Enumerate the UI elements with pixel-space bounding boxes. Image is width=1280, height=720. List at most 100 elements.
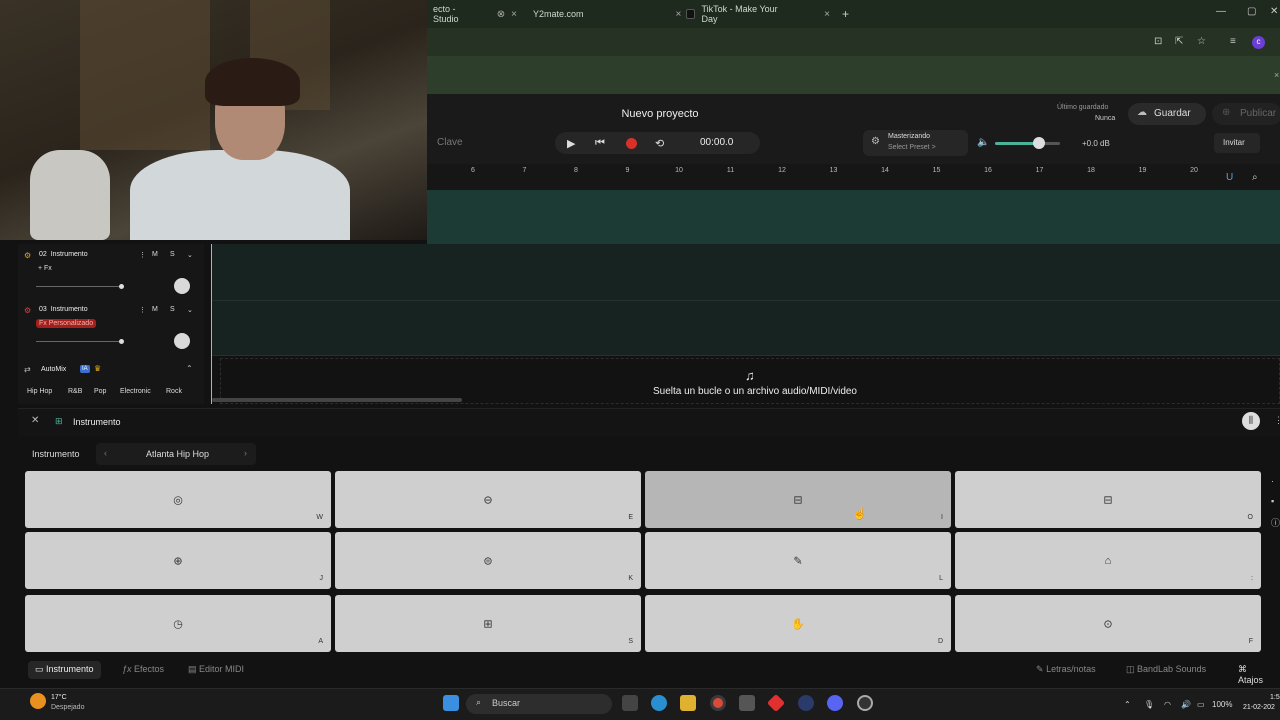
mute-button[interactable]: M xyxy=(152,306,158,313)
task-view-icon[interactable] xyxy=(622,695,638,711)
chevron-down-icon[interactable]: ⌄ xyxy=(187,251,193,259)
close-window-icon[interactable]: ✕ xyxy=(1270,6,1278,17)
publish-button[interactable]: ⊕ Publicar xyxy=(1212,103,1280,125)
store-icon[interactable] xyxy=(739,695,755,711)
clock-time[interactable]: 1:5 xyxy=(1270,694,1280,701)
battery-icon[interactable]: ▭ xyxy=(1197,700,1205,709)
obs-icon[interactable] xyxy=(857,695,873,711)
weather-temperature[interactable]: 17°C xyxy=(51,694,67,701)
drum-pad[interactable]: ⊙ F xyxy=(955,595,1261,652)
track-lane-01[interactable] xyxy=(427,190,1280,244)
speaker-icon[interactable]: 🔈 xyxy=(977,137,989,148)
share-icon[interactable]: ⇱ xyxy=(1175,36,1183,47)
bookmark-star-icon[interactable]: ☆ xyxy=(1197,36,1206,47)
keyboard-view-icon[interactable]: ⫼ xyxy=(1242,412,1260,430)
skip-back-icon[interactable]: ⏮ xyxy=(595,137,605,150)
mute-button[interactable]: M xyxy=(152,251,158,258)
drum-pad[interactable]: ✋ D xyxy=(645,595,951,652)
drum-pad[interactable]: ◷ A xyxy=(25,595,331,652)
track-02-name[interactable]: 02 Instrumento xyxy=(39,251,88,258)
drum-pad[interactable]: ⊞ S xyxy=(335,595,641,652)
clock-date[interactable]: 21-02-202 xyxy=(1243,704,1275,711)
tab-instrument[interactable]: ▭ Instrumento xyxy=(28,661,101,679)
track-pan-knob[interactable] xyxy=(174,333,190,349)
key-button[interactable]: Clave xyxy=(437,137,463,148)
close-icon[interactable]: ✕ xyxy=(31,415,39,426)
track-volume-handle[interactable] xyxy=(119,339,124,344)
taskbar-search[interactable]: Buscar xyxy=(466,694,612,714)
side-icon[interactable]: ▪ xyxy=(1271,496,1274,506)
drum-pad[interactable]: ⊖ E xyxy=(335,471,641,528)
file-explorer-icon[interactable] xyxy=(680,695,696,711)
genre-electronic[interactable]: Electronic xyxy=(120,388,151,395)
magnet-icon[interactable]: U xyxy=(1226,172,1233,183)
minimize-icon[interactable]: — xyxy=(1216,6,1226,17)
play-icon[interactable]: ▶ xyxy=(567,137,575,150)
drum-pad[interactable]: ⌂: xyxy=(955,532,1261,589)
screenshot-icon[interactable]: ⊡ xyxy=(1154,36,1162,47)
record-icon[interactable] xyxy=(626,138,637,149)
tab-close-icon[interactable]: ⊗ xyxy=(497,9,505,20)
mastering-button[interactable]: ⚙ Masterizando Select Preset > xyxy=(863,130,968,156)
tab-y2mate[interactable]: Y2mate.com × xyxy=(521,4,681,24)
custom-fx-badge[interactable]: Fx Personalizado xyxy=(36,319,97,328)
drum-pad[interactable]: ⊟ O xyxy=(955,471,1261,528)
drum-pad[interactable]: ⊟ I xyxy=(645,471,951,528)
drum-pad[interactable]: ⊜ K xyxy=(335,532,641,589)
save-button[interactable]: ☁ Guardar xyxy=(1128,103,1206,125)
profile-avatar[interactable]: c xyxy=(1252,36,1265,49)
info-icon[interactable]: ⓘ xyxy=(1271,516,1280,529)
volume-tray-icon[interactable]: 🔊 xyxy=(1181,700,1191,709)
new-tab-button[interactable]: + xyxy=(842,7,849,21)
chevron-down-icon[interactable]: ⌄ xyxy=(187,306,193,314)
track-volume-handle[interactable] xyxy=(119,284,124,289)
zoom-icon[interactable]: ⌕ xyxy=(1252,172,1258,183)
start-icon[interactable] xyxy=(443,695,459,711)
more-icon[interactable]: ⋮ xyxy=(1274,415,1280,426)
close-banner-icon[interactable]: × xyxy=(1274,70,1279,80)
tab-midi-editor[interactable]: ▤ Editor MIDI xyxy=(181,661,251,679)
solo-button[interactable]: S xyxy=(170,251,175,258)
loop-icon[interactable]: ⟲ xyxy=(655,137,664,150)
genre-hiphop[interactable]: Hip Hop xyxy=(27,388,52,395)
microphone-icon[interactable]: 🎙 xyxy=(1144,700,1154,709)
chevron-right-icon[interactable]: › xyxy=(244,448,247,458)
tray-chevron-icon[interactable]: ⌃ xyxy=(1124,700,1131,709)
app-steam-icon[interactable] xyxy=(798,695,814,711)
track-03-name[interactable]: 03 Instrumento xyxy=(39,306,88,313)
chrome-icon[interactable] xyxy=(710,695,726,711)
weather-moon-icon[interactable] xyxy=(30,693,46,709)
side-icon[interactable]: · xyxy=(1271,476,1274,486)
track-menu-icon[interactable]: ⋮ xyxy=(139,251,146,259)
genre-pop[interactable]: Pop xyxy=(94,388,106,395)
reading-list-icon[interactable]: ≡ xyxy=(1230,36,1236,47)
invite-button[interactable]: Invitar xyxy=(1214,133,1260,153)
tab-close-icon[interactable]: × xyxy=(511,9,517,20)
drum-pad[interactable]: ◎ W xyxy=(25,471,331,528)
tab-tiktok[interactable]: TikTok - Make Your Day × xyxy=(680,4,830,24)
horizontal-scrollbar[interactable] xyxy=(212,398,462,402)
tab-effects[interactable]: ƒx Efectos xyxy=(115,661,171,679)
genre-rock[interactable]: Rock xyxy=(166,388,182,395)
maximize-icon[interactable]: ▢ xyxy=(1247,6,1256,17)
drum-pad[interactable]: ⊕ J xyxy=(25,532,331,589)
tab-bandlab-sounds[interactable]: ◫ BandLab Sounds xyxy=(1119,661,1213,679)
chevron-up-icon[interactable]: ⌃ xyxy=(186,364,193,373)
add-fx-button[interactable]: + Fx xyxy=(38,265,52,272)
tab-studio[interactable]: ecto - Studio ⊗ × xyxy=(427,4,517,24)
playhead[interactable] xyxy=(211,244,212,404)
wifi-icon[interactable]: ◠ xyxy=(1164,700,1171,709)
automix-label[interactable]: AutoMix xyxy=(41,366,66,373)
tab-close-icon[interactable]: × xyxy=(824,9,830,20)
track-menu-icon[interactable]: ⋮ xyxy=(139,306,146,314)
tab-lyrics[interactable]: ✎ Letras/notas xyxy=(1029,661,1103,679)
track-volume-slider[interactable] xyxy=(36,341,124,342)
edge-icon[interactable] xyxy=(651,695,667,711)
track-volume-slider[interactable] xyxy=(36,286,124,287)
track-pan-knob[interactable] xyxy=(174,278,190,294)
solo-button[interactable]: S xyxy=(170,306,175,313)
discord-icon[interactable] xyxy=(827,695,843,711)
weather-condition[interactable]: Despejado xyxy=(51,704,84,711)
chevron-left-icon[interactable]: ‹ xyxy=(104,448,107,458)
tab-shortcuts[interactable]: ⌘ Atajos xyxy=(1231,661,1280,685)
